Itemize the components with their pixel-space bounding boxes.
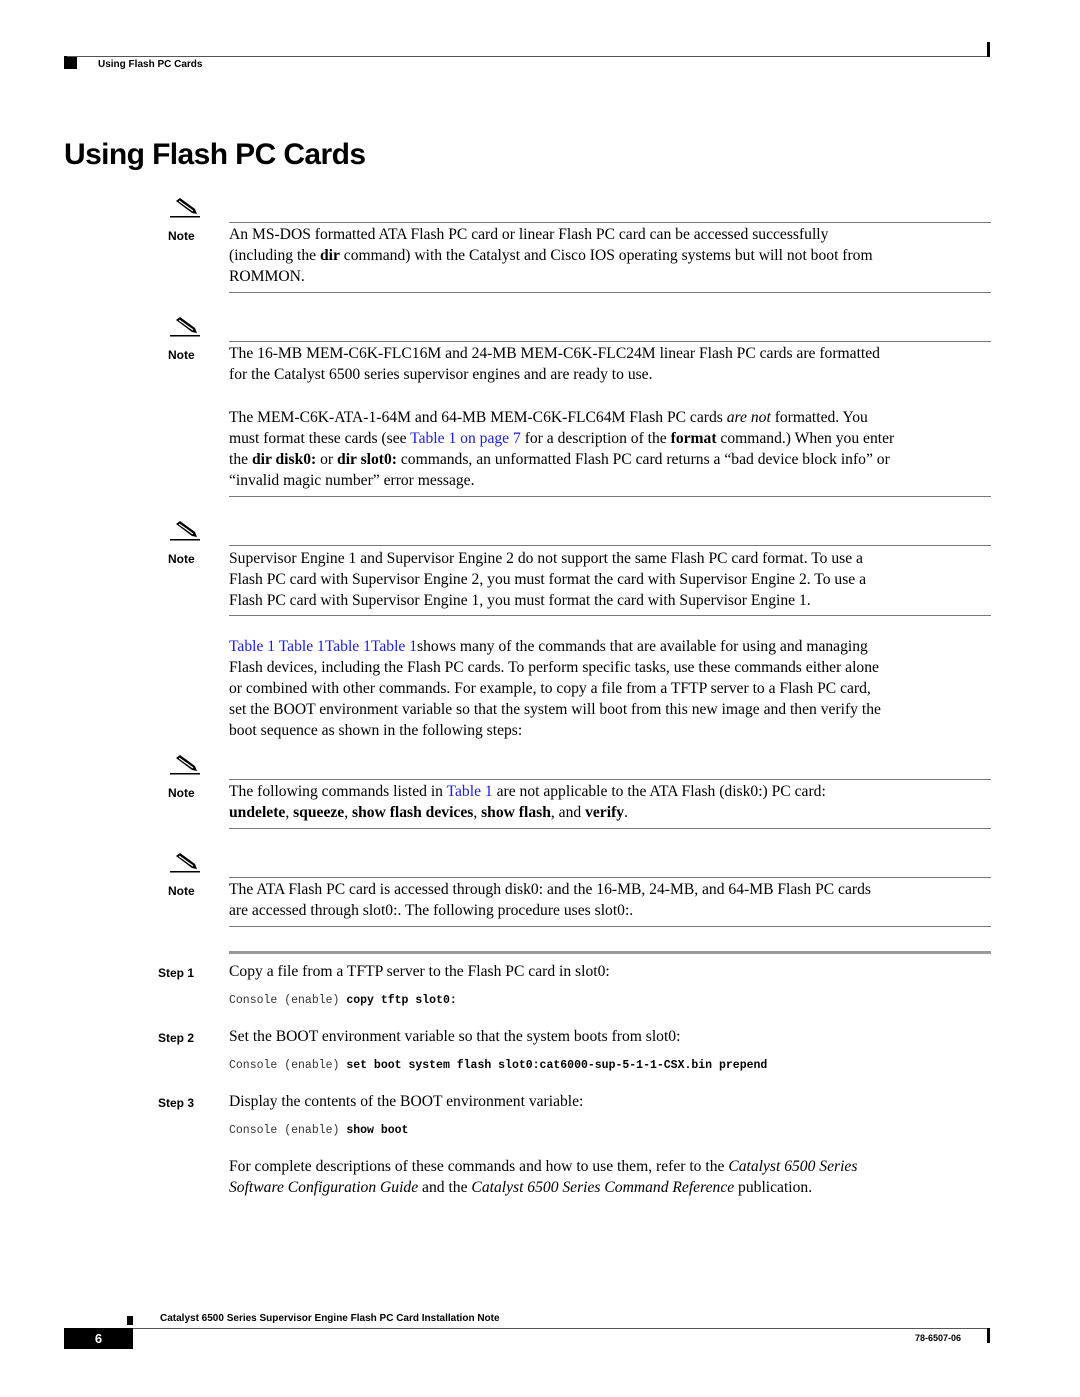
cli-prompt: Console (enable) bbox=[229, 1059, 347, 1072]
pencil-icon bbox=[170, 198, 200, 218]
page-title: Using Flash PC Cards bbox=[64, 138, 366, 171]
text-line: Flash devices, including the Flash PC ca… bbox=[229, 659, 879, 676]
note-text: The ATA Flash PC card is accessed throug… bbox=[229, 879, 991, 921]
text-line: the dir disk0: or dir slot0: commands, a… bbox=[229, 451, 890, 468]
text-line: Software Configuration Guide and the Cat… bbox=[229, 1179, 813, 1196]
intro-paragraph: Table 1 Table 1Table 1Table 1shows many … bbox=[229, 636, 991, 741]
note-text: An MS-DOS formatted ATA Flash PC card or… bbox=[229, 224, 991, 287]
text-line: The MEM-C6K-ATA-1-64M and 64-MB MEM-C6K-… bbox=[229, 409, 868, 426]
bold-term: dir slot0: bbox=[337, 451, 397, 468]
footer-doc-title: Catalyst 6500 Series Supervisor Engine F… bbox=[160, 1313, 500, 1324]
note-top-rule bbox=[229, 877, 991, 878]
cli-example: Console (enable) set boot system flash s… bbox=[229, 1059, 767, 1072]
cli-prompt: Console (enable) bbox=[229, 994, 347, 1007]
text-line: boot sequence as shown in the following … bbox=[229, 722, 523, 739]
note-text: The following commands listed in Table 1… bbox=[229, 781, 991, 823]
header-rule bbox=[67, 56, 990, 57]
italic-term: Software Configuration Guide bbox=[229, 1179, 419, 1196]
note-label: Note bbox=[168, 552, 195, 566]
step-label: Step 1 bbox=[158, 966, 195, 980]
text-line: or combined with other commands. For exa… bbox=[229, 680, 871, 697]
note-top-rule bbox=[229, 779, 991, 780]
text-line: ROMMON. bbox=[229, 268, 305, 285]
note-label: Note bbox=[168, 348, 195, 362]
cli-example: Console (enable) copy tftp slot0: bbox=[229, 994, 457, 1007]
note-label: Note bbox=[168, 884, 195, 898]
italic-term: Catalyst 6500 Series Command Reference bbox=[471, 1179, 735, 1196]
italic-term: Catalyst 6500 Series bbox=[728, 1158, 858, 1175]
step-text: Copy a file from a TFTP server to the Fl… bbox=[229, 963, 610, 980]
text-line: An MS-DOS formatted ATA Flash PC card or… bbox=[229, 226, 829, 243]
note-label: Note bbox=[168, 786, 195, 800]
footer-marker bbox=[127, 1316, 133, 1325]
step-text: Set the BOOT environment variable so tha… bbox=[229, 1028, 681, 1045]
note-top-rule bbox=[229, 341, 991, 342]
cli-prompt: Console (enable) bbox=[229, 1124, 347, 1137]
text-line: The following commands listed in Table 1… bbox=[229, 783, 826, 800]
note-bottom-rule bbox=[229, 926, 991, 927]
pencil-icon bbox=[170, 521, 200, 541]
running-header-title: Using Flash PC Cards bbox=[98, 59, 203, 70]
text-line: The ATA Flash PC card is accessed throug… bbox=[229, 881, 871, 898]
note-bottom-rule bbox=[229, 615, 991, 616]
document-number: 78-6507-06 bbox=[915, 1333, 962, 1343]
pencil-icon bbox=[170, 755, 200, 775]
note-text: Supervisor Engine 1 and Supervisor Engin… bbox=[229, 548, 991, 611]
cli-command: show boot bbox=[346, 1124, 409, 1137]
text-line: must format these cards (see Table 1 on … bbox=[229, 430, 895, 447]
bold-term: dir disk0: bbox=[251, 451, 317, 468]
closing-paragraph: For complete descriptions of these comma… bbox=[229, 1156, 991, 1198]
procedure-top-rule bbox=[229, 951, 991, 954]
text-line: for the Catalyst 6500 series supervisor … bbox=[229, 366, 653, 383]
text-line: Flash PC card with Supervisor Engine 2, … bbox=[229, 571, 867, 588]
note-text: The 16-MB MEM-C6K-FLC16M and 24-MB MEM-C… bbox=[229, 343, 991, 385]
note-top-rule bbox=[229, 545, 991, 546]
bold-term: format bbox=[670, 430, 717, 447]
text-line: The 16-MB MEM-C6K-FLC16M and 24-MB MEM-C… bbox=[229, 345, 880, 362]
text-line: undelete, squeeze, show flash devices, s… bbox=[229, 804, 628, 821]
cli-command: copy tftp slot0: bbox=[346, 994, 457, 1007]
note-bottom-rule bbox=[229, 496, 991, 497]
text-line: (including the dir command) with the Cat… bbox=[229, 247, 873, 264]
text-line: For complete descriptions of these comma… bbox=[229, 1158, 858, 1175]
italic-term: are not bbox=[726, 409, 771, 426]
step-label: Step 3 bbox=[158, 1096, 195, 1110]
text-line: Table 1 Table 1Table 1Table 1shows many … bbox=[229, 638, 868, 655]
header-marker bbox=[64, 56, 77, 69]
bold-term: squeeze bbox=[293, 804, 345, 821]
footer-rule bbox=[133, 1328, 990, 1329]
bold-term: verify bbox=[585, 804, 625, 821]
text-line: set the BOOT environment variable so tha… bbox=[229, 701, 881, 718]
bold-term: show flash devices bbox=[352, 804, 474, 821]
cli-example: Console (enable) show boot bbox=[229, 1124, 408, 1137]
step-text: Display the contents of the BOOT environ… bbox=[229, 1093, 584, 1110]
note-top-rule bbox=[229, 222, 991, 223]
cross-reference-link[interactable]: Table 1 bbox=[447, 783, 493, 800]
bold-term: dir bbox=[319, 247, 340, 264]
text-line: Supervisor Engine 1 and Supervisor Engin… bbox=[229, 550, 863, 567]
note-text-continued: The MEM-C6K-ATA-1-64M and 64-MB MEM-C6K-… bbox=[229, 407, 991, 491]
bold-term: show flash bbox=[481, 804, 551, 821]
note-bottom-rule bbox=[229, 292, 991, 293]
note-label: Note bbox=[168, 229, 195, 243]
text-line: “invalid magic number” error message. bbox=[229, 472, 475, 489]
footer-tick bbox=[987, 1328, 990, 1343]
cross-reference-link[interactable]: Table 1 Table 1Table 1Table 1 bbox=[229, 638, 417, 655]
step-label: Step 2 bbox=[158, 1031, 195, 1045]
text-line: Flash PC card with Supervisor Engine 1, … bbox=[229, 592, 811, 609]
cross-reference-link[interactable]: Table 1 on page 7 bbox=[410, 430, 521, 447]
cli-command: set boot system flash slot0:cat6000-sup-… bbox=[346, 1059, 768, 1072]
text-line: are accessed through slot0:. The followi… bbox=[229, 902, 634, 919]
note-bottom-rule bbox=[229, 828, 991, 829]
pencil-icon bbox=[170, 317, 200, 337]
page-number: 6 bbox=[64, 1328, 133, 1349]
header-tick bbox=[987, 42, 990, 57]
pencil-icon bbox=[170, 853, 200, 873]
bold-term: undelete bbox=[229, 804, 286, 821]
